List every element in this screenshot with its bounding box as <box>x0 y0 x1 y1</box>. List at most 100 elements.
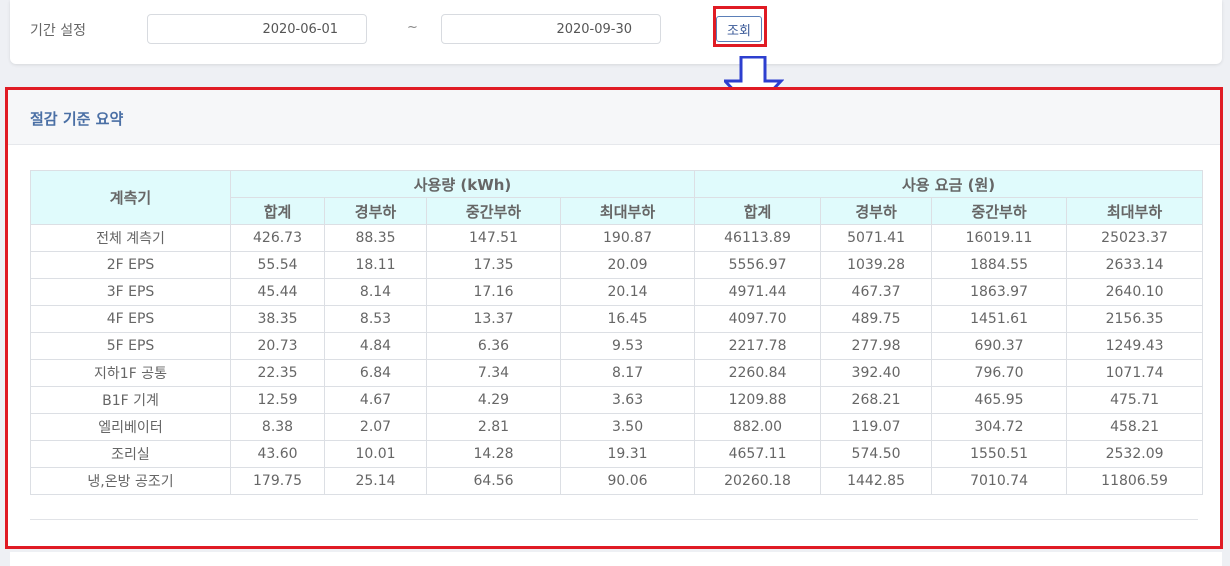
sub-header-cell: 중간부하 <box>931 197 1068 225</box>
value-cell: 574.50 <box>820 440 933 468</box>
value-cell: 179.75 <box>230 467 325 495</box>
value-cell: 2156.35 <box>1066 305 1204 333</box>
value-cell: 20.14 <box>559 278 696 306</box>
value-cell: 690.37 <box>931 332 1068 360</box>
value-cell: 19.31 <box>559 440 696 468</box>
value-cell: 11806.59 <box>1066 467 1204 495</box>
value-cell: 4.84 <box>324 332 427 360</box>
table-row: 2F EPS 55.54 18.11 17.35 20.09 5556.97 1039.28… <box>30 251 1204 279</box>
value-cell: 392.40 <box>820 359 933 387</box>
meter-name-cell: B1F 기계 <box>30 386 231 414</box>
end-date-input[interactable] <box>441 14 661 44</box>
value-cell: 17.35 <box>426 251 561 279</box>
value-cell: 20260.18 <box>694 467 822 495</box>
period-label: 기간 설정 <box>30 23 86 39</box>
value-cell: 8.53 <box>324 305 427 333</box>
value-cell: 3.63 <box>559 386 696 414</box>
panel-header: 절감 기준 요약 <box>8 90 1220 145</box>
meter-name-cell: 전체 계측기 <box>30 224 231 252</box>
value-cell: 796.70 <box>931 359 1068 387</box>
value-cell: 12.59 <box>230 386 325 414</box>
value-cell: 5071.41 <box>820 224 933 252</box>
value-cell: 1209.88 <box>694 386 822 414</box>
meter-column-header: 계측기 <box>30 170 231 225</box>
value-cell: 1442.85 <box>820 467 933 495</box>
table-row: 5F EPS 20.73 4.84 6.36 9.53 2217.78 277.98 690.… <box>30 332 1204 360</box>
value-cell: 43.60 <box>230 440 325 468</box>
table-row: 4F EPS 38.35 8.53 13.37 16.45 4097.70 489.75 14… <box>30 305 1204 333</box>
value-cell: 465.95 <box>931 386 1068 414</box>
value-cell: 5556.97 <box>694 251 822 279</box>
value-cell: 1863.97 <box>931 278 1068 306</box>
meter-name-cell: 지하1F 공통 <box>30 359 231 387</box>
value-cell: 426.73 <box>230 224 325 252</box>
sub-header-cell: 경부하 <box>820 197 933 225</box>
value-cell: 64.56 <box>426 467 561 495</box>
value-cell: 2.07 <box>324 413 427 441</box>
value-cell: 268.21 <box>820 386 933 414</box>
value-cell: 475.71 <box>1066 386 1204 414</box>
value-cell: 7010.74 <box>931 467 1068 495</box>
value-cell: 1451.61 <box>931 305 1068 333</box>
sub-header-cell: 최대부하 <box>1066 197 1204 225</box>
value-cell: 4097.70 <box>694 305 822 333</box>
value-cell: 6.84 <box>324 359 427 387</box>
meter-name-cell: 조리실 <box>30 440 231 468</box>
value-cell: 20.73 <box>230 332 325 360</box>
value-cell: 467.37 <box>820 278 933 306</box>
value-cell: 46113.89 <box>694 224 822 252</box>
value-cell: 55.54 <box>230 251 325 279</box>
value-cell: 90.06 <box>559 467 696 495</box>
table-row: 조리실 43.60 10.01 14.28 19.31 4657.11 574.50 1550… <box>30 440 1204 468</box>
table-row: 냉,온방 공조기 179.75 25.14 64.56 90.06 20260.18 144… <box>30 467 1204 495</box>
sub-header-cell: 합계 <box>694 197 822 225</box>
table-row: 지하1F 공통 22.35 6.84 7.34 8.17 2260.84 392.40 796… <box>30 359 1204 387</box>
value-cell: 2217.78 <box>694 332 822 360</box>
value-cell: 2260.84 <box>694 359 822 387</box>
value-cell: 17.16 <box>426 278 561 306</box>
value-cell: 304.72 <box>931 413 1068 441</box>
value-cell: 489.75 <box>820 305 933 333</box>
value-cell: 1039.28 <box>820 251 933 279</box>
meter-name-cell: 엘리베이터 <box>30 413 231 441</box>
meter-name-cell: 2F EPS <box>30 251 231 279</box>
value-cell: 882.00 <box>694 413 822 441</box>
charge-group-header: 사용 요금 (원) <box>694 170 1204 198</box>
value-cell: 9.53 <box>559 332 696 360</box>
value-cell: 8.14 <box>324 278 427 306</box>
period-filter-card: 기간 설정 ~ <box>10 0 1222 64</box>
value-cell: 2633.14 <box>1066 251 1204 279</box>
value-cell: 458.21 <box>1066 413 1204 441</box>
meter-name-cell: 5F EPS <box>30 332 231 360</box>
table-body: 전체 계측기 426.73 88.35 147.51 190.87 46113.89 507… <box>30 224 1204 495</box>
table-row: 엘리베이터 8.38 2.07 2.81 3.50 882.00 119.07 304.72 4… <box>30 413 1204 441</box>
value-cell: 1884.55 <box>931 251 1068 279</box>
value-cell: 147.51 <box>426 224 561 252</box>
value-cell: 6.36 <box>426 332 561 360</box>
value-cell: 4657.11 <box>694 440 822 468</box>
value-cell: 2532.09 <box>1066 440 1204 468</box>
value-cell: 13.37 <box>426 305 561 333</box>
value-cell: 16019.11 <box>931 224 1068 252</box>
panel-title: 절감 기준 요약 <box>30 110 124 128</box>
value-cell: 2640.10 <box>1066 278 1204 306</box>
summary-table: 계측기 사용량 (kWh) 사용 요금 (원) 합계 경부하 중간부하 최대부하 합계 경… <box>30 170 1204 495</box>
value-cell: 4.67 <box>324 386 427 414</box>
table-row: B1F 기계 12.59 4.67 4.29 3.63 1209.88 268.21 465.… <box>30 386 1204 414</box>
value-cell: 7.34 <box>426 359 561 387</box>
value-cell: 8.17 <box>559 359 696 387</box>
value-cell: 119.07 <box>820 413 933 441</box>
start-date-input[interactable] <box>147 14 367 44</box>
value-cell: 190.87 <box>559 224 696 252</box>
sub-header-cell: 합계 <box>230 197 325 225</box>
query-button[interactable]: 조회 <box>716 16 762 42</box>
sub-header-cell: 경부하 <box>324 197 427 225</box>
value-cell: 277.98 <box>820 332 933 360</box>
value-cell: 4971.44 <box>694 278 822 306</box>
next-card-edge <box>10 552 1222 566</box>
savings-summary-panel: 절감 기준 요약 계측기 사용량 (kWh) 사용 요금 (원) 합계 경부하 중간… <box>5 87 1223 549</box>
value-cell: 1071.74 <box>1066 359 1204 387</box>
value-cell: 88.35 <box>324 224 427 252</box>
bottom-divider <box>30 519 1198 520</box>
meter-name-cell: 3F EPS <box>30 278 231 306</box>
